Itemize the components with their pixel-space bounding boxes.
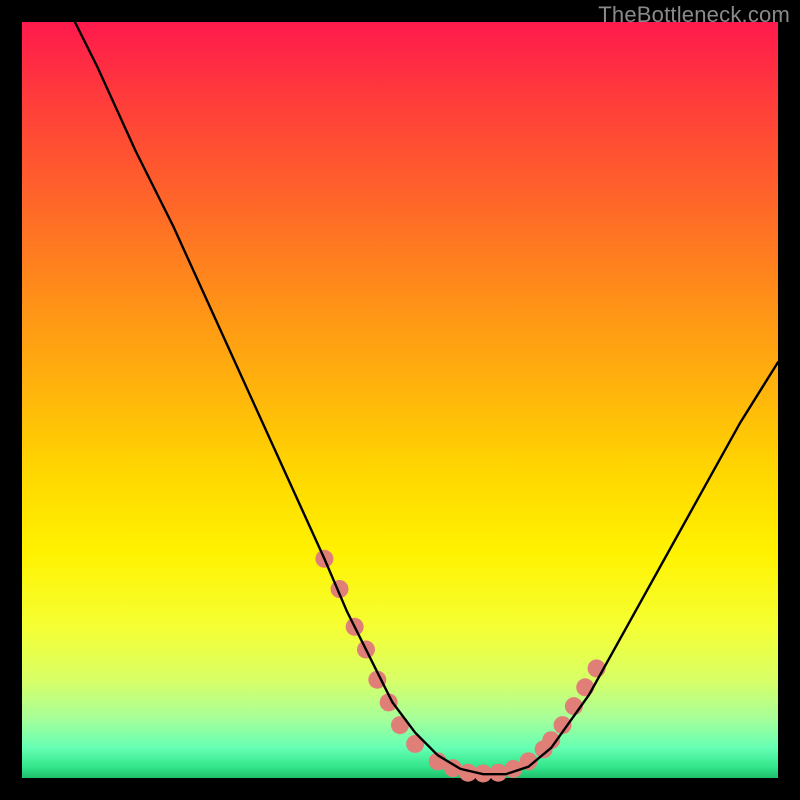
- chart-container: TheBottleneck.com: [0, 0, 800, 800]
- bottleneck-curve: [75, 22, 778, 774]
- marker-dot: [391, 716, 409, 734]
- watermark-text: TheBottleneck.com: [598, 2, 790, 28]
- marker-dot: [489, 764, 507, 782]
- marker-group: [315, 550, 605, 783]
- marker-dot: [576, 678, 594, 696]
- plot-area: [22, 22, 778, 778]
- chart-svg: [22, 22, 778, 778]
